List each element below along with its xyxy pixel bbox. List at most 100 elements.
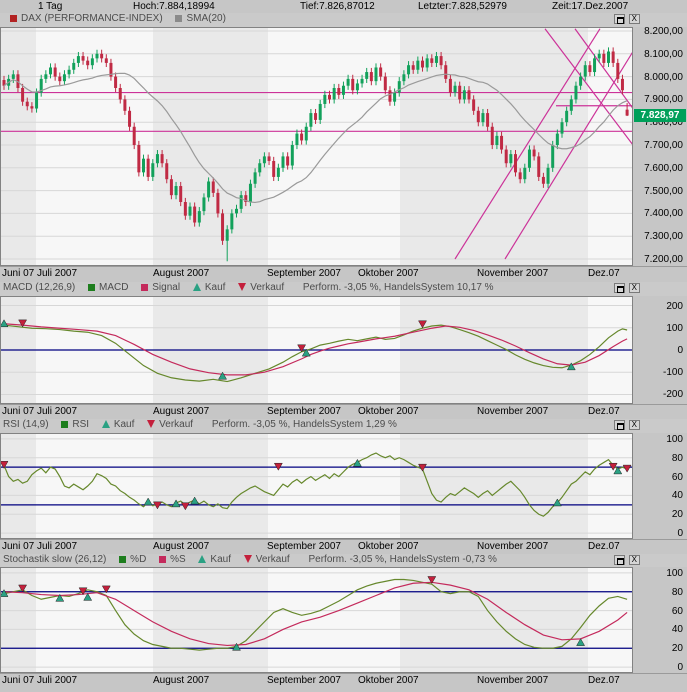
macd-window-buttons: X (613, 283, 640, 294)
candle-body (221, 213, 225, 241)
candle-body (504, 149, 508, 164)
candle-body (114, 76, 118, 88)
candle-body (411, 65, 415, 70)
panel-close-button[interactable]: X (628, 555, 640, 565)
close-icon: X (631, 555, 637, 564)
candle-body (323, 94, 327, 104)
rsi-title: RSI (14,9) (3, 419, 49, 430)
x-axis-months-main: Juni 07 Juli 2007 August 2007 September 200… (0, 266, 687, 282)
last-price-badge: 7.828,97 (634, 108, 686, 122)
x-axis-months-macd: Juni 07 Juli 2007 August 2007 September 200… (0, 404, 687, 419)
x-month-label: Juli 2007 (37, 268, 78, 279)
month-band (36, 567, 153, 673)
candle-body (197, 211, 201, 223)
candle-body (235, 208, 238, 214)
y-tick-label: 200 (666, 300, 683, 312)
x-month-label: Oktober 2007 (358, 268, 419, 279)
stochastik-performance-label: Perform. -3,05 %, HandelsSystem -0,73 % (308, 554, 497, 565)
candle-body (225, 229, 229, 241)
y-tick-label: -200 (662, 389, 683, 401)
candle-body (132, 126, 136, 145)
candle-body (583, 65, 587, 77)
y-tick-label: 8.100,00 (644, 48, 683, 60)
panel-restore-button[interactable] (614, 283, 625, 293)
candle-body (318, 103, 322, 120)
candle-body (444, 65, 448, 79)
panel-close-button[interactable]: X (628, 14, 640, 24)
price-panel: DAX (PERFORMANCE-INDEX) SMA(20) X 8.200,… (0, 13, 687, 282)
x-month-label: September 2007 (267, 268, 341, 279)
candle-body (360, 78, 364, 84)
y-tick-label: 100 (666, 567, 683, 579)
candle-body (183, 202, 187, 216)
buy-triangle-icon (198, 555, 207, 563)
panel-restore-button[interactable] (614, 420, 625, 430)
candle-body (393, 92, 397, 102)
candle-body (527, 149, 531, 168)
rsi-chart[interactable] (0, 433, 633, 539)
y-tick-label: 0 (677, 345, 683, 356)
x-month-label: Oktober 2007 (358, 406, 419, 417)
stochastik-panel: Stochastik slow (26,12) %D %S Kauf Verka… (0, 554, 687, 692)
candle-body (25, 101, 29, 107)
candle-body (58, 76, 62, 82)
candle-body (314, 113, 318, 120)
panel-close-button[interactable]: X (628, 283, 640, 293)
candle-body (309, 113, 313, 127)
candle-body (407, 65, 411, 75)
candle-body (272, 160, 276, 177)
candle-body (72, 62, 76, 70)
month-band (588, 567, 633, 673)
y-tick-label: 7.400,00 (644, 208, 683, 220)
candle-body (490, 126, 494, 145)
x-month-label: Oktober 2007 (358, 675, 419, 686)
y-tick-label: 7.200,00 (644, 254, 683, 265)
x-month-label: Juni 07 (2, 675, 35, 686)
buy-triangle-icon (192, 283, 201, 291)
percent-d-legend-label: %D (130, 554, 147, 565)
x-month-label: November 2007 (477, 675, 549, 686)
sell-legend-label: Verkauf (255, 554, 290, 565)
candle-body (67, 69, 71, 75)
restore-icon (617, 17, 624, 24)
candle-body (448, 78, 452, 93)
candle-body (351, 78, 355, 91)
candle-body (421, 60, 424, 68)
stochastik-y-axis: 100 80 60 40 20 0 (633, 567, 687, 673)
month-band (153, 27, 268, 266)
x-month-label: August 2007 (153, 268, 210, 279)
high-value: Hoch:7.884,18994 (133, 1, 215, 12)
candle-body (616, 62, 620, 79)
rsi-panel-header: RSI (14,9) RSI Kauf Verkauf Perform. -3,… (0, 419, 687, 433)
candle-body (402, 74, 406, 82)
month-band (36, 27, 153, 266)
x-month-label: November 2007 (477, 541, 549, 552)
percent-d-legend-square-icon (119, 556, 127, 563)
restore-icon (617, 286, 624, 293)
sell-triangle-icon (147, 420, 156, 428)
macd-chart[interactable] (0, 296, 633, 404)
dax-legend: DAX (PERFORMANCE-INDEX) (10, 13, 163, 24)
candle-body (495, 135, 499, 145)
price-panel-header: DAX (PERFORMANCE-INDEX) SMA(20) X (0, 13, 687, 27)
x-month-label: November 2007 (477, 268, 549, 279)
y-tick-label: 8.000,00 (644, 71, 683, 83)
candle-body (537, 156, 541, 177)
candle-body (295, 133, 299, 145)
candle-body (193, 206, 197, 223)
candle-body (137, 145, 141, 173)
panel-close-button[interactable]: X (628, 420, 640, 430)
macd-y-axis: 200 100 0 -100 -200 (633, 296, 687, 404)
percent-s-legend-label: %S (170, 554, 186, 565)
candle-body (602, 53, 606, 63)
main-price-chart[interactable] (0, 27, 633, 266)
stochastik-window-buttons: X (613, 555, 640, 566)
rsi-window-buttons: X (613, 420, 640, 431)
panel-restore-button[interactable] (614, 14, 625, 24)
candle-body (388, 90, 392, 102)
stochastik-chart[interactable] (0, 567, 633, 673)
candle-body (481, 113, 485, 123)
panel-restore-button[interactable] (614, 555, 625, 565)
buy-legend-label: Kauf (113, 419, 135, 430)
price-window-buttons: X (613, 14, 640, 25)
